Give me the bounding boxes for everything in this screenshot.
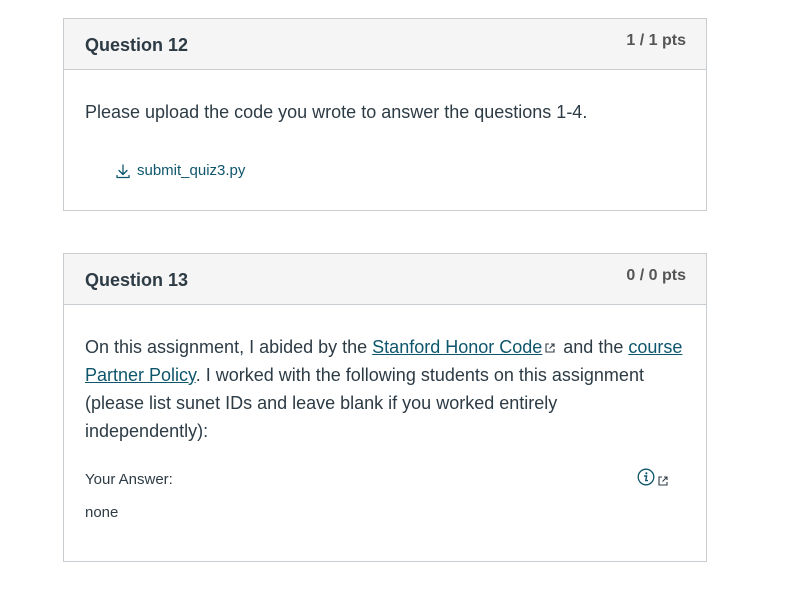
question-text-part: On this assignment, I abided by the [85, 337, 373, 357]
question-text: Please upload the code you wrote to answ… [85, 102, 588, 122]
question-12-card: Question 12 1 / 1 pts Please upload the … [63, 18, 707, 211]
question-text: On this assignment, I abided by the Stan… [85, 333, 685, 445]
question-13-card: Question 13 0 / 0 pts On this assignment… [63, 253, 707, 562]
question-title: Question 13 [85, 270, 189, 290]
download-icon [116, 163, 130, 178]
question-body: On this assignment, I abided by the Stan… [64, 333, 706, 521]
file-name: submit_quiz3.py [137, 162, 246, 179]
info-icon [637, 468, 655, 486]
question-points: 1 / 1 pts [626, 32, 686, 49]
question-header: Question 12 1 / 1 pts [64, 19, 706, 70]
info-link[interactable] [637, 468, 671, 486]
question-body: Please upload the code you wrote to answ… [64, 98, 706, 184]
external-link-icon [658, 476, 668, 486]
file-download-link[interactable]: submit_quiz3.py [115, 162, 245, 179]
honor-code-link[interactable]: Stanford Honor Code [372, 337, 542, 357]
question-title: Question 12 [85, 35, 189, 55]
question-points: 0 / 0 pts [626, 267, 686, 284]
answer-value: none [85, 504, 119, 521]
question-text-part: and the [558, 337, 629, 357]
answer-label: Your Answer: [85, 471, 173, 488]
answer-row: Your Answer: [85, 468, 685, 495]
external-link-icon [545, 343, 555, 353]
question-header: Question 13 0 / 0 pts [64, 254, 706, 305]
